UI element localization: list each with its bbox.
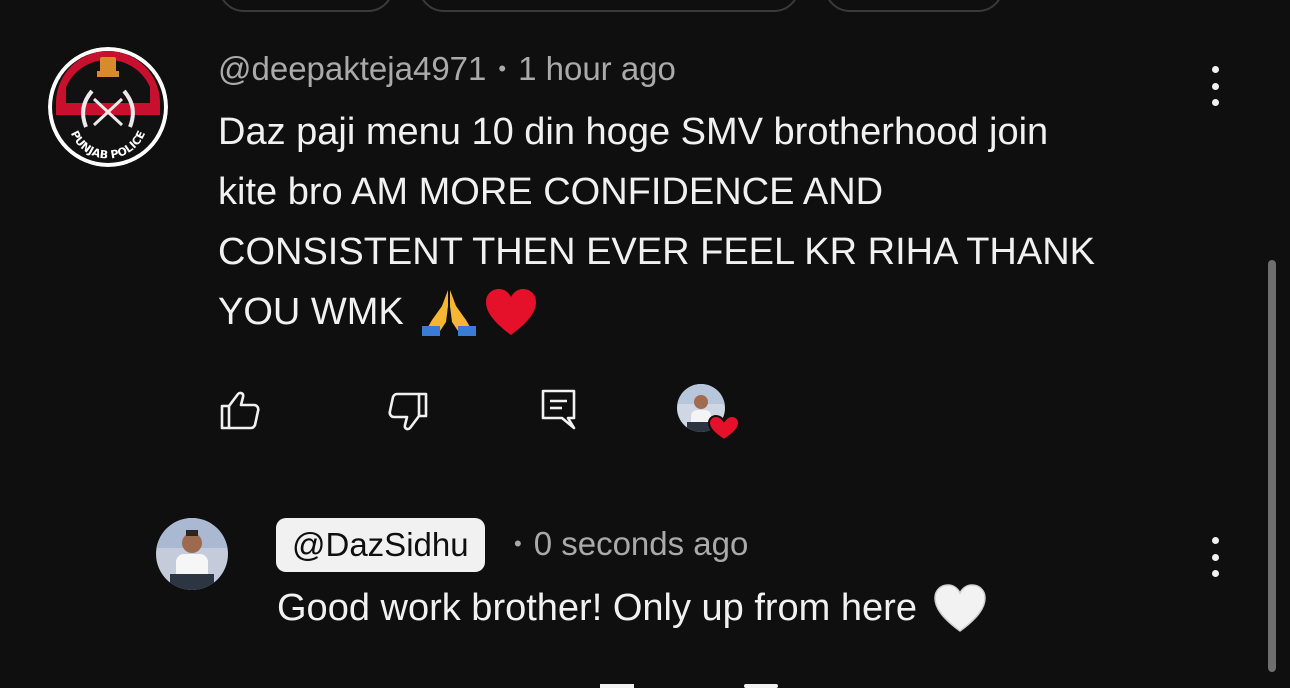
punjab-police-badge-icon: PUNJAB POLICE (48, 47, 168, 167)
comment-author[interactable]: @deepakteja4971 (218, 50, 486, 88)
thumbs-up-icon (220, 391, 260, 430)
comment-text-line: YOU WMK (218, 291, 404, 333)
comment-text-line: CONSISTENT THEN EVER FEEL KR RIHA THANK (218, 231, 1096, 273)
praying-hands-emoji-icon (420, 286, 478, 338)
top-chip-1[interactable] (218, 0, 394, 12)
bottom-partial-icon (744, 684, 778, 688)
red-heart-emoji-icon (484, 287, 538, 337)
reply-author-avatar[interactable] (156, 518, 228, 590)
dislike-button[interactable] (386, 390, 430, 434)
meta-separator: • (498, 56, 507, 81)
white-heart-emoji-icon (933, 583, 987, 633)
comment-text: Daz paji menu 10 din hoge SMV brotherhoo… (218, 102, 1198, 342)
comment-text-line-last: YOU WMK (218, 282, 1198, 342)
more-dot (1211, 99, 1219, 106)
reply-meta: • 0 seconds ago (502, 525, 748, 563)
like-button[interactable] (218, 388, 262, 432)
creator-heart-icon (677, 384, 741, 442)
reply-text: Good work brother! Only up from here (277, 587, 917, 629)
top-chip-2[interactable] (418, 0, 800, 12)
more-dot (1211, 553, 1219, 561)
thumbs-down-icon (388, 392, 428, 431)
comment-meta: @deepakteja4971 • 1 hour ago (218, 50, 676, 88)
person-avatar-icon (156, 518, 228, 590)
comments-panel: PUNJAB POLICE @deepakteja4971 • 1 hour a… (0, 0, 1290, 688)
comment-time: 1 hour ago (518, 50, 676, 87)
reply-button[interactable] (540, 388, 578, 432)
reply-time: 0 seconds ago (533, 525, 749, 562)
reply-comment-icon (541, 389, 576, 430)
creator-heart (677, 384, 741, 442)
more-vertical-icon (1211, 66, 1219, 73)
bottom-partial-icon (600, 684, 634, 688)
comment-text-line: Daz paji menu 10 din hoge SMV brotherhoo… (218, 111, 1049, 153)
meta-separator: • (514, 531, 522, 556)
reply-more-button[interactable] (1210, 537, 1220, 577)
comment-text-line: kite bro AM MORE CONFIDENCE AND (218, 171, 884, 213)
top-chip-3[interactable] (824, 0, 1004, 12)
scrollbar-thumb[interactable] (1268, 260, 1276, 672)
comment-more-button[interactable] (1210, 66, 1220, 106)
more-dot (1211, 82, 1219, 90)
more-vertical-icon (1211, 537, 1219, 544)
reply-text-row: Good work brother! Only up from here (277, 578, 987, 638)
reply-author-chip[interactable]: @DazSidhu (276, 518, 485, 572)
more-dot (1211, 570, 1219, 577)
commenter-avatar[interactable]: PUNJAB POLICE (48, 47, 168, 167)
